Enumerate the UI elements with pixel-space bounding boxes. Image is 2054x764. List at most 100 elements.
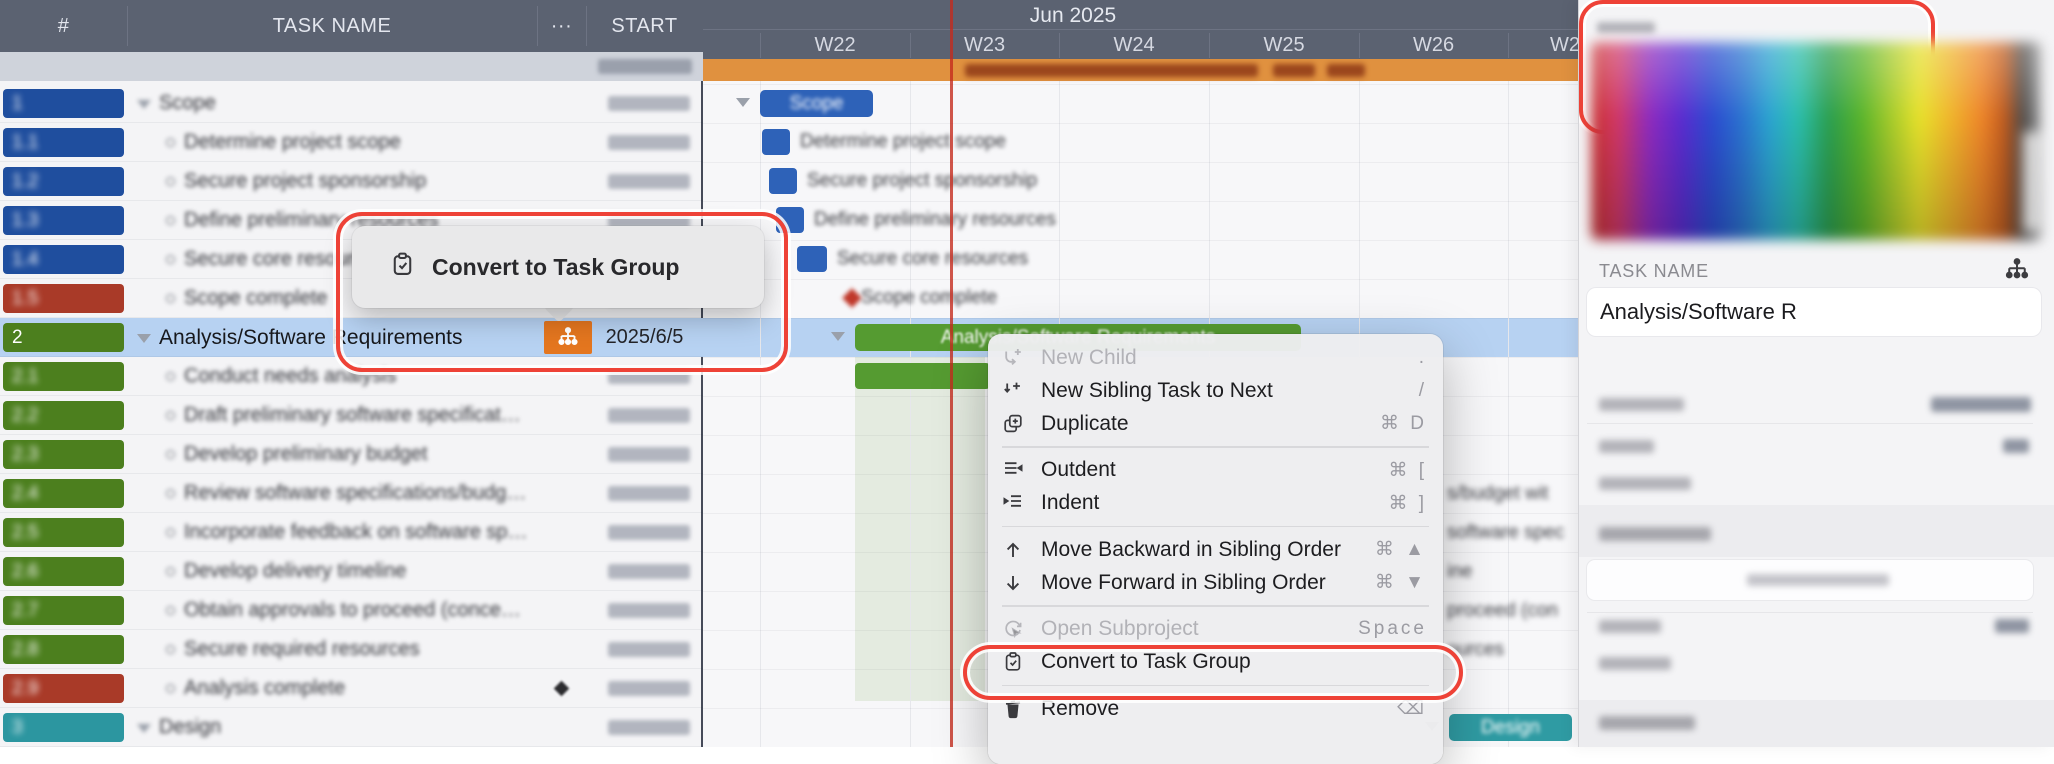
move-forward-icon [1001,571,1028,595]
task-row-2.1[interactable]: 2.1Conduct needs analysis [0,357,703,396]
chart-disclosure-icon[interactable] [736,98,750,107]
task-row-2.9[interactable]: 2.9Analysis complete [0,669,703,708]
menu-separator [1002,685,1429,687]
task-row-2[interactable]: 2Analysis/Software Requirements2025/6/5 [0,318,703,357]
row-gridline [703,318,1578,319]
hierarchy-icon[interactable] [2001,256,2033,291]
task-circle-icon [166,606,175,615]
week-divider [1508,33,1509,58]
task-name: Secure project sponsorship [184,170,426,193]
week-label-W23: W23 [910,30,1059,60]
disclosure-triangle-icon[interactable] [137,334,151,343]
menu-item-shortcut: ⌘ ▲ [1375,538,1427,561]
disclosure-triangle-icon[interactable] [137,100,151,109]
field-label-blurred [1599,398,1684,411]
week-label-W27: W27 [1508,30,1578,60]
menu-item-shortcut: Space [1358,618,1427,640]
task-row-1[interactable]: 1Scope [0,84,703,123]
task-row-2.6[interactable]: 2.6Develop delivery timeline [0,552,703,591]
task-row-1.1[interactable]: 1.1Determine project scope [0,123,703,162]
task-name-label: TASK NAME [1599,261,1709,282]
menu-item-move-forward-in-sibling-order[interactable]: Move Forward in Sibling Order⌘ ▼ [988,566,1443,599]
row-content: Secure project sponsorship [0,162,580,201]
gantt-bar-2.1[interactable] [855,363,990,389]
menu-item-label: Indent [1041,491,1388,515]
week-divider [1209,33,1210,58]
task-name: Develop delivery timeline [184,560,406,583]
tooltip-label: Convert to Task Group [432,254,680,281]
menu-item-convert-to-task-group[interactable]: Convert to Task Group [988,646,1443,679]
start-date-blurred [608,135,690,150]
task-row-2.5[interactable]: 2.5Incorporate feedback on software sp… [0,513,703,552]
group-bar-label: Scope [760,90,873,117]
task-row-1.2[interactable]: 1.2Secure project sponsorship [0,162,703,201]
row-content: Review software specifications/budg… [0,474,580,513]
gantt-bar-1.4[interactable] [797,246,827,272]
outdent-icon [1001,458,1028,482]
group-span-shading [855,357,985,701]
gantt-bar-1[interactable]: Scope [760,90,873,117]
task-circle-icon [166,489,175,498]
start-date-blurred [608,408,690,423]
menu-item-move-backward-in-sibling-order[interactable]: Move Backward in Sibling Order⌘ ▲ [988,533,1443,566]
menu-item-label: New Child [1041,346,1419,370]
task-row-3[interactable]: 3Design [0,708,703,747]
convert-to-task-group-orange-button[interactable] [544,321,592,354]
start-date-blurred [608,96,690,111]
task-group-clipboard-icon [388,250,417,284]
menu-item-shortcut: ⌫ [1397,697,1427,720]
task-name: Develop preliminary budget [184,443,427,466]
group-bar-label: Design [1449,714,1572,741]
field-label-blurred [1599,477,1691,490]
row-gridline [703,279,1578,280]
divider [1587,612,2033,613]
row-gridline [703,123,1578,124]
menu-item-shortcut: ⌘ D [1380,412,1427,435]
task-circle-icon [166,216,175,225]
gantt-bar-1.1[interactable] [762,129,790,155]
start-date-blurred [608,525,690,540]
bar-label-fragment: proceed (con [1447,600,1558,622]
menu-item-label: Move Backward in Sibling Order [1041,538,1375,562]
task-circle-icon [166,138,175,147]
row-content: Incorporate feedback on software sp… [0,513,580,552]
menu-item-indent[interactable]: Indent⌘ ] [988,487,1443,520]
task-name-field[interactable]: Analysis/Software R [1587,288,2041,336]
task-row-2.7[interactable]: 2.7Obtain approvals to proceed (conce… [0,591,703,630]
menu-item-new-child[interactable]: New Child. [988,341,1443,374]
week-divider [760,33,761,58]
milestone-diamond [842,288,862,308]
bar-label: Define preliminary resources [814,209,1056,231]
bar-label-fragment: ine [1447,561,1472,583]
menu-item-remove[interactable]: Remove⌫ [988,692,1443,725]
task-row-2.8[interactable]: 2.8Secure required resources [0,630,703,669]
menu-item-open-subproject[interactable]: Open SubprojectSpace [988,613,1443,646]
row-gridline [703,201,1578,202]
week-label-W26: W26 [1359,30,1508,60]
start-date-blurred [608,564,690,579]
row-content: Determine project scope [0,123,580,162]
menu-item-duplicate[interactable]: Duplicate⌘ D [988,407,1443,440]
chart-disclosure-icon[interactable] [831,332,845,341]
row-gridline [703,84,1578,85]
banner-text-blurred [965,64,1258,77]
start-date-blurred [608,603,690,618]
gantt-bar-1.3[interactable] [776,207,804,233]
gantt-bar-1.2[interactable] [769,168,797,194]
disclosure-triangle-icon[interactable] [137,724,151,733]
row-content: Obtain approvals to proceed (conce… [0,591,580,630]
menu-item-label: Open Subproject [1041,617,1358,641]
task-row-2.3[interactable]: 2.3Develop preliminary budget [0,435,703,474]
menu-item-label: Outdent [1041,458,1388,482]
color-palette[interactable] [1591,42,2041,240]
week-divider [910,33,911,58]
task-row-2.4[interactable]: 2.4Review software specifications/budg… [0,474,703,513]
gantt-bar-3[interactable]: Design [1449,714,1572,741]
menu-item-new-sibling-task-to-next[interactable]: New Sibling Task to Next/ [988,374,1443,407]
task-circle-icon [166,255,175,264]
bar-label-fragment: software spec [1447,522,1564,544]
menu-item-shortcut: . [1419,347,1427,369]
input-placeholder-blurred [1747,574,1889,586]
task-row-2.2[interactable]: 2.2Draft preliminary software specificat… [0,396,703,435]
menu-item-outdent[interactable]: Outdent⌘ [ [988,454,1443,487]
